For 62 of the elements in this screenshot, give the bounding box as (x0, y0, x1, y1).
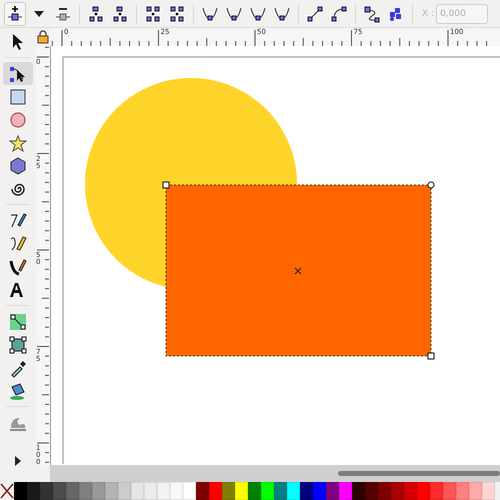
color-swatch[interactable] (105, 482, 118, 500)
color-swatch[interactable] (300, 482, 313, 500)
color-swatch[interactable] (391, 482, 404, 500)
color-swatch[interactable] (261, 482, 274, 500)
horizontal-scrollbar[interactable] (50, 465, 500, 482)
color-swatch[interactable] (157, 482, 170, 500)
mesh-icon (8, 334, 28, 354)
color-swatch[interactable] (469, 482, 482, 500)
color-swatch[interactable] (209, 482, 222, 500)
color-swatch[interactable] (53, 482, 66, 500)
star-icon (8, 132, 28, 152)
center-mark (294, 268, 302, 274)
node-join-icon (87, 4, 105, 22)
color-swatch[interactable] (430, 482, 443, 500)
segment-line-icon (306, 4, 324, 22)
color-swatch[interactable] (378, 482, 391, 500)
color-swatch[interactable] (183, 482, 196, 500)
color-swatch[interactable] (131, 482, 144, 500)
color-swatch[interactable] (339, 482, 352, 500)
no-paint-icon[interactable] (0, 482, 14, 500)
color-swatch[interactable] (27, 482, 40, 500)
color-swatch[interactable] (313, 482, 326, 500)
node-break-icon (111, 4, 129, 22)
expand-arrow-icon[interactable] (14, 456, 22, 466)
color-swatch[interactable] (92, 482, 105, 500)
x-label: X : (422, 8, 434, 18)
color-swatch[interactable] (274, 482, 287, 500)
color-swatch[interactable] (66, 482, 79, 500)
ellipse-icon (8, 110, 28, 130)
color-swatch[interactable] (443, 482, 456, 500)
color-swatch[interactable] (144, 482, 157, 500)
nodes-join-segment-icon (144, 4, 162, 22)
lock-icon[interactable] (36, 30, 50, 44)
rect-icon (8, 86, 28, 106)
color-swatch[interactable] (248, 482, 261, 500)
node-tool-button[interactable] (3, 62, 33, 85)
node-plus-icon (6, 4, 24, 22)
calligraphy-icon (8, 256, 28, 276)
color-swatch[interactable] (196, 482, 209, 500)
color-swatch[interactable] (404, 482, 417, 500)
object-to-path-icon (363, 4, 381, 22)
color-swatch[interactable] (326, 482, 339, 500)
color-swatch[interactable] (170, 482, 183, 500)
color-swatch[interactable] (222, 482, 235, 500)
color-swatch[interactable] (417, 482, 430, 500)
color-swatch[interactable] (235, 482, 248, 500)
segment-curve-icon (330, 4, 348, 22)
color-swatch[interactable] (79, 482, 92, 500)
color-swatch[interactable] (365, 482, 378, 500)
pencil-icon (8, 234, 28, 254)
gradient-icon (8, 312, 28, 332)
color-swatch[interactable] (456, 482, 469, 500)
box3d-icon (8, 156, 28, 176)
color-swatch[interactable] (482, 482, 495, 500)
color-swatch[interactable] (287, 482, 300, 500)
color-swatch[interactable] (118, 482, 131, 500)
color-swatch[interactable] (40, 482, 53, 500)
color-swatch[interactable] (352, 482, 365, 500)
color-swatch[interactable] (14, 482, 27, 500)
nodes-delete-segment-icon (168, 4, 186, 22)
node-plus-button[interactable] (4, 2, 26, 26)
caret-icon (34, 10, 44, 16)
